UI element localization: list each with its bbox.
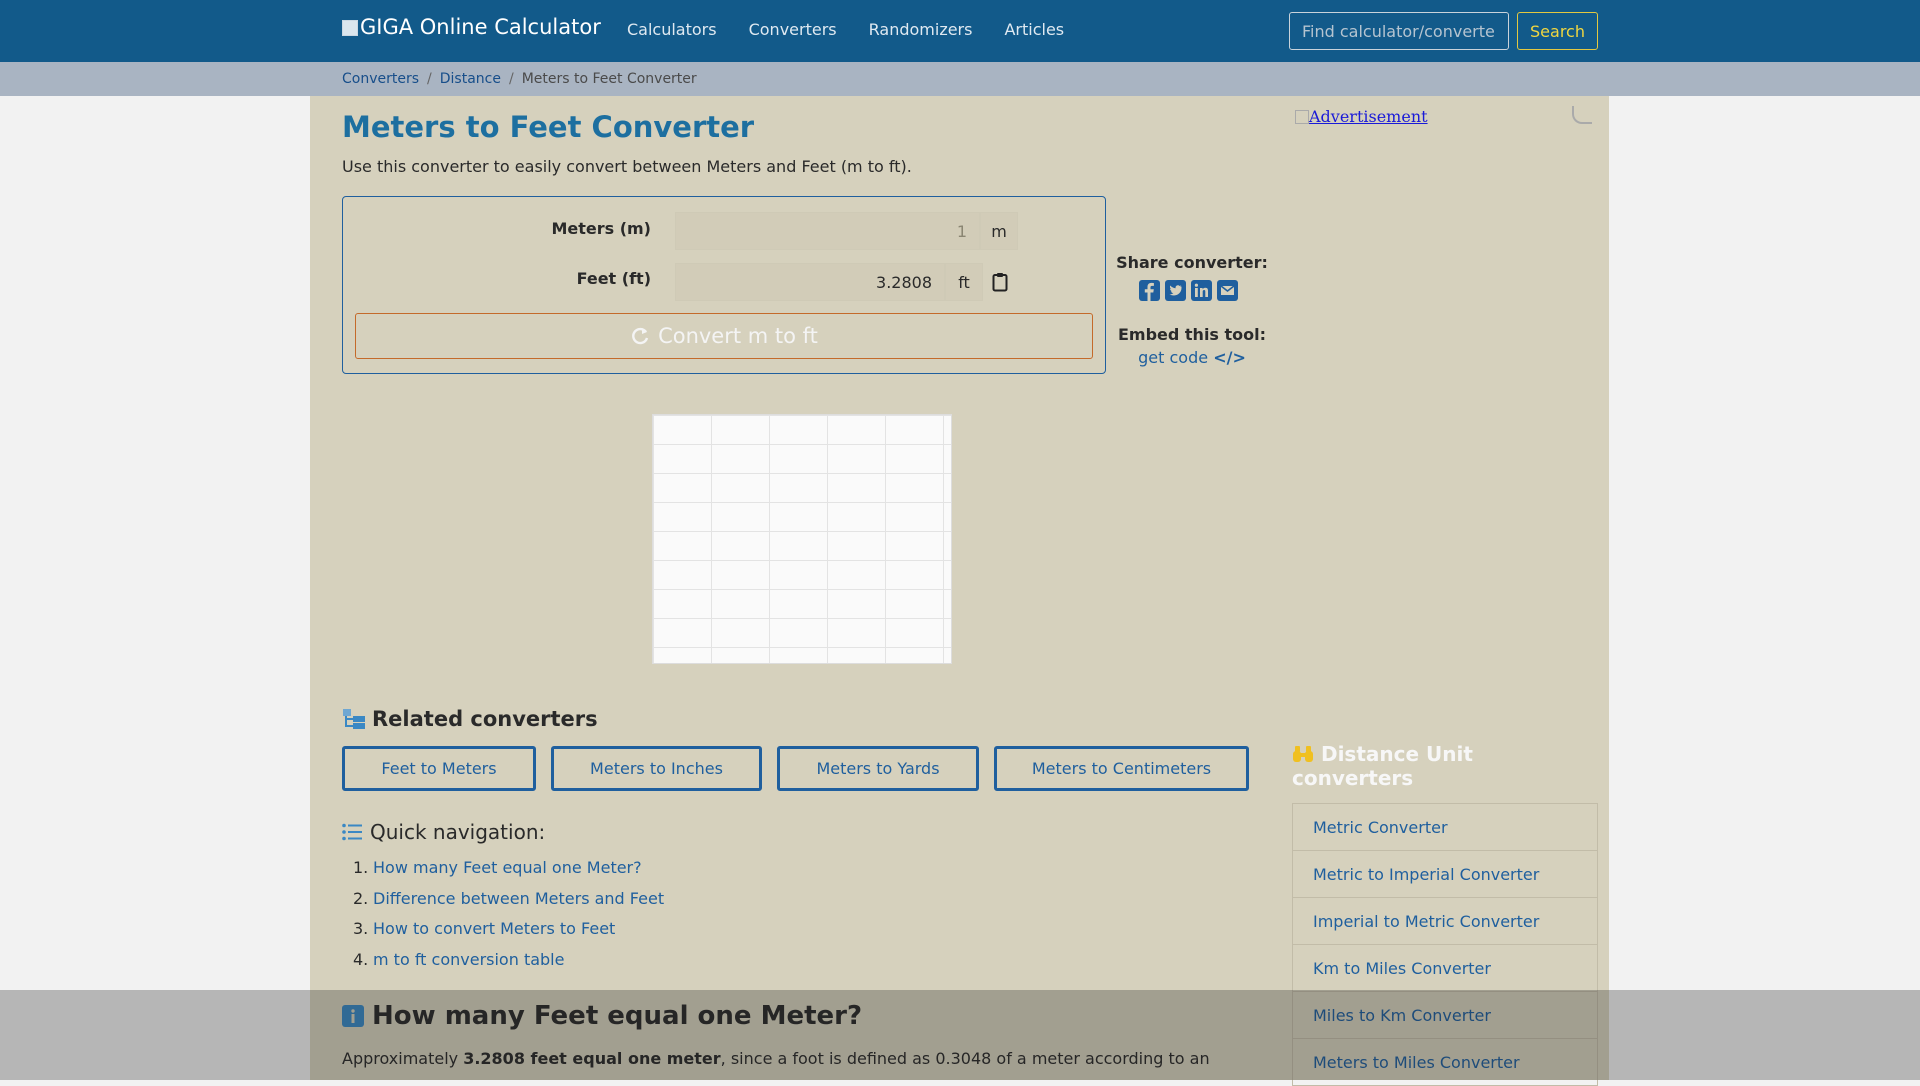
breadcrumb-separator: / [508, 71, 514, 87]
quick-nav-link[interactable]: m to ft conversion table [373, 950, 564, 969]
meters-label: Meters (m) [551, 219, 651, 238]
code-icon: </> [1213, 348, 1246, 367]
related-heading-text: Related converters [372, 707, 598, 731]
sidebar-advertisement-link[interactable]: Advertisement [1295, 107, 1428, 126]
share-label: Share converter: [1116, 253, 1268, 272]
facebook-icon[interactable] [1139, 280, 1160, 301]
nav-randomizers[interactable]: Randomizers [869, 20, 973, 39]
quick-nav-link[interactable]: Difference between Meters and Feet [373, 889, 664, 908]
broken-image-icon [1295, 110, 1309, 124]
logo-image-icon [342, 20, 358, 36]
share-icons [1139, 280, 1238, 301]
related-meters-to-yards[interactable]: Meters to Yards [777, 746, 979, 791]
quick-nav-link[interactable]: How many Feet equal one Meter? [373, 858, 642, 877]
quick-nav-list: 1. How many Feet equal one Meter? 2. Diffe… [353, 858, 664, 980]
linkedin-icon[interactable] [1191, 280, 1212, 301]
refresh-icon [632, 327, 649, 345]
convert-button-label: Convert m to ft [658, 324, 818, 348]
binoculars-icon [1293, 746, 1313, 762]
related-meters-to-centimeters[interactable]: Meters to Centimeters [994, 746, 1249, 791]
meters-input[interactable] [675, 212, 980, 250]
feet-unit: ft [945, 263, 983, 301]
sidebar-heading-text: Distance Unit converters [1292, 742, 1473, 790]
breadcrumb: Converters / Distance / Meters to Feet Conve… [342, 71, 697, 87]
list-item: 3. How to convert Meters to Feet [353, 919, 616, 938]
copy-clipboard-icon[interactable] [981, 263, 1019, 301]
list-item: 4. m to ft conversion table [353, 949, 565, 969]
feet-label: Feet (ft) [576, 269, 651, 288]
loading-spinner-icon [1572, 106, 1592, 124]
folder-tree-icon [343, 709, 365, 729]
breadcrumb-separator: / [427, 71, 432, 87]
bottom-overlay [0, 990, 1920, 1080]
get-code-label: get code [1138, 348, 1209, 367]
advertisement-image[interactable] [652, 414, 952, 664]
list-item: 2. Difference between Meters and Feet [353, 888, 665, 908]
quick-nav-link[interactable]: How to convert Meters to Feet [373, 919, 615, 938]
page-intro: Use this converter to easily convert bet… [342, 157, 912, 176]
site-brand-link[interactable]: GIGA Online Calculator [342, 15, 601, 39]
quick-nav-heading-text: Quick navigation: [370, 820, 546, 844]
sidebar-item-km-to-miles[interactable]: Km to Miles Converter [1292, 945, 1598, 992]
top-navbar: GIGA Online Calculator Calculators Conve… [0, 0, 1920, 62]
breadcrumb-converters[interactable]: Converters [342, 71, 419, 87]
related-heading: Related converters [342, 707, 598, 731]
sidebar-item-metric-to-imperial[interactable]: Metric to Imperial Converter [1292, 851, 1598, 898]
nav-articles[interactable]: Articles [1004, 20, 1064, 39]
feet-input[interactable] [675, 263, 945, 301]
breadcrumb-bar: Converters / Distance / Meters to Feet Conve… [0, 62, 1920, 96]
quick-nav-heading: Quick navigation: [342, 820, 545, 844]
list-item: 1. How many Feet equal one Meter? [353, 858, 642, 877]
breadcrumb-current: Meters to Feet Converter [521, 71, 697, 87]
page-title: Meters to Feet Converter [342, 110, 755, 144]
main-nav: Calculators Converters Randomizers Artic… [627, 20, 1064, 39]
embed-label: Embed this tool: [1117, 325, 1267, 344]
search-button[interactable]: Search [1517, 12, 1598, 50]
sidebar-heading: Distance Unit converters [1292, 742, 1582, 790]
related-feet-to-meters[interactable]: Feet to Meters [342, 746, 536, 791]
related-meters-to-inches[interactable]: Meters to Inches [551, 746, 762, 791]
search-input[interactable] [1289, 12, 1509, 50]
get-code-link[interactable]: get code </> [1138, 348, 1246, 367]
meters-unit: m [980, 212, 1018, 250]
brand-text: GIGA Online Calculator [360, 15, 601, 39]
nav-calculators[interactable]: Calculators [627, 20, 717, 39]
email-icon[interactable] [1217, 280, 1238, 301]
sidebar-item-imperial-to-metric[interactable]: Imperial to Metric Converter [1292, 898, 1598, 945]
sidebar-item-metric[interactable]: Metric Converter [1292, 803, 1598, 851]
advertisement-alt-text: Advertisement [1309, 107, 1428, 126]
breadcrumb-distance[interactable]: Distance [440, 71, 501, 87]
embed-link-wrap: get code </> [1112, 348, 1272, 367]
list-icon [342, 823, 362, 841]
twitter-icon[interactable] [1165, 280, 1186, 301]
convert-button[interactable]: Convert m to ft [355, 313, 1093, 359]
nav-converters[interactable]: Converters [749, 20, 837, 39]
